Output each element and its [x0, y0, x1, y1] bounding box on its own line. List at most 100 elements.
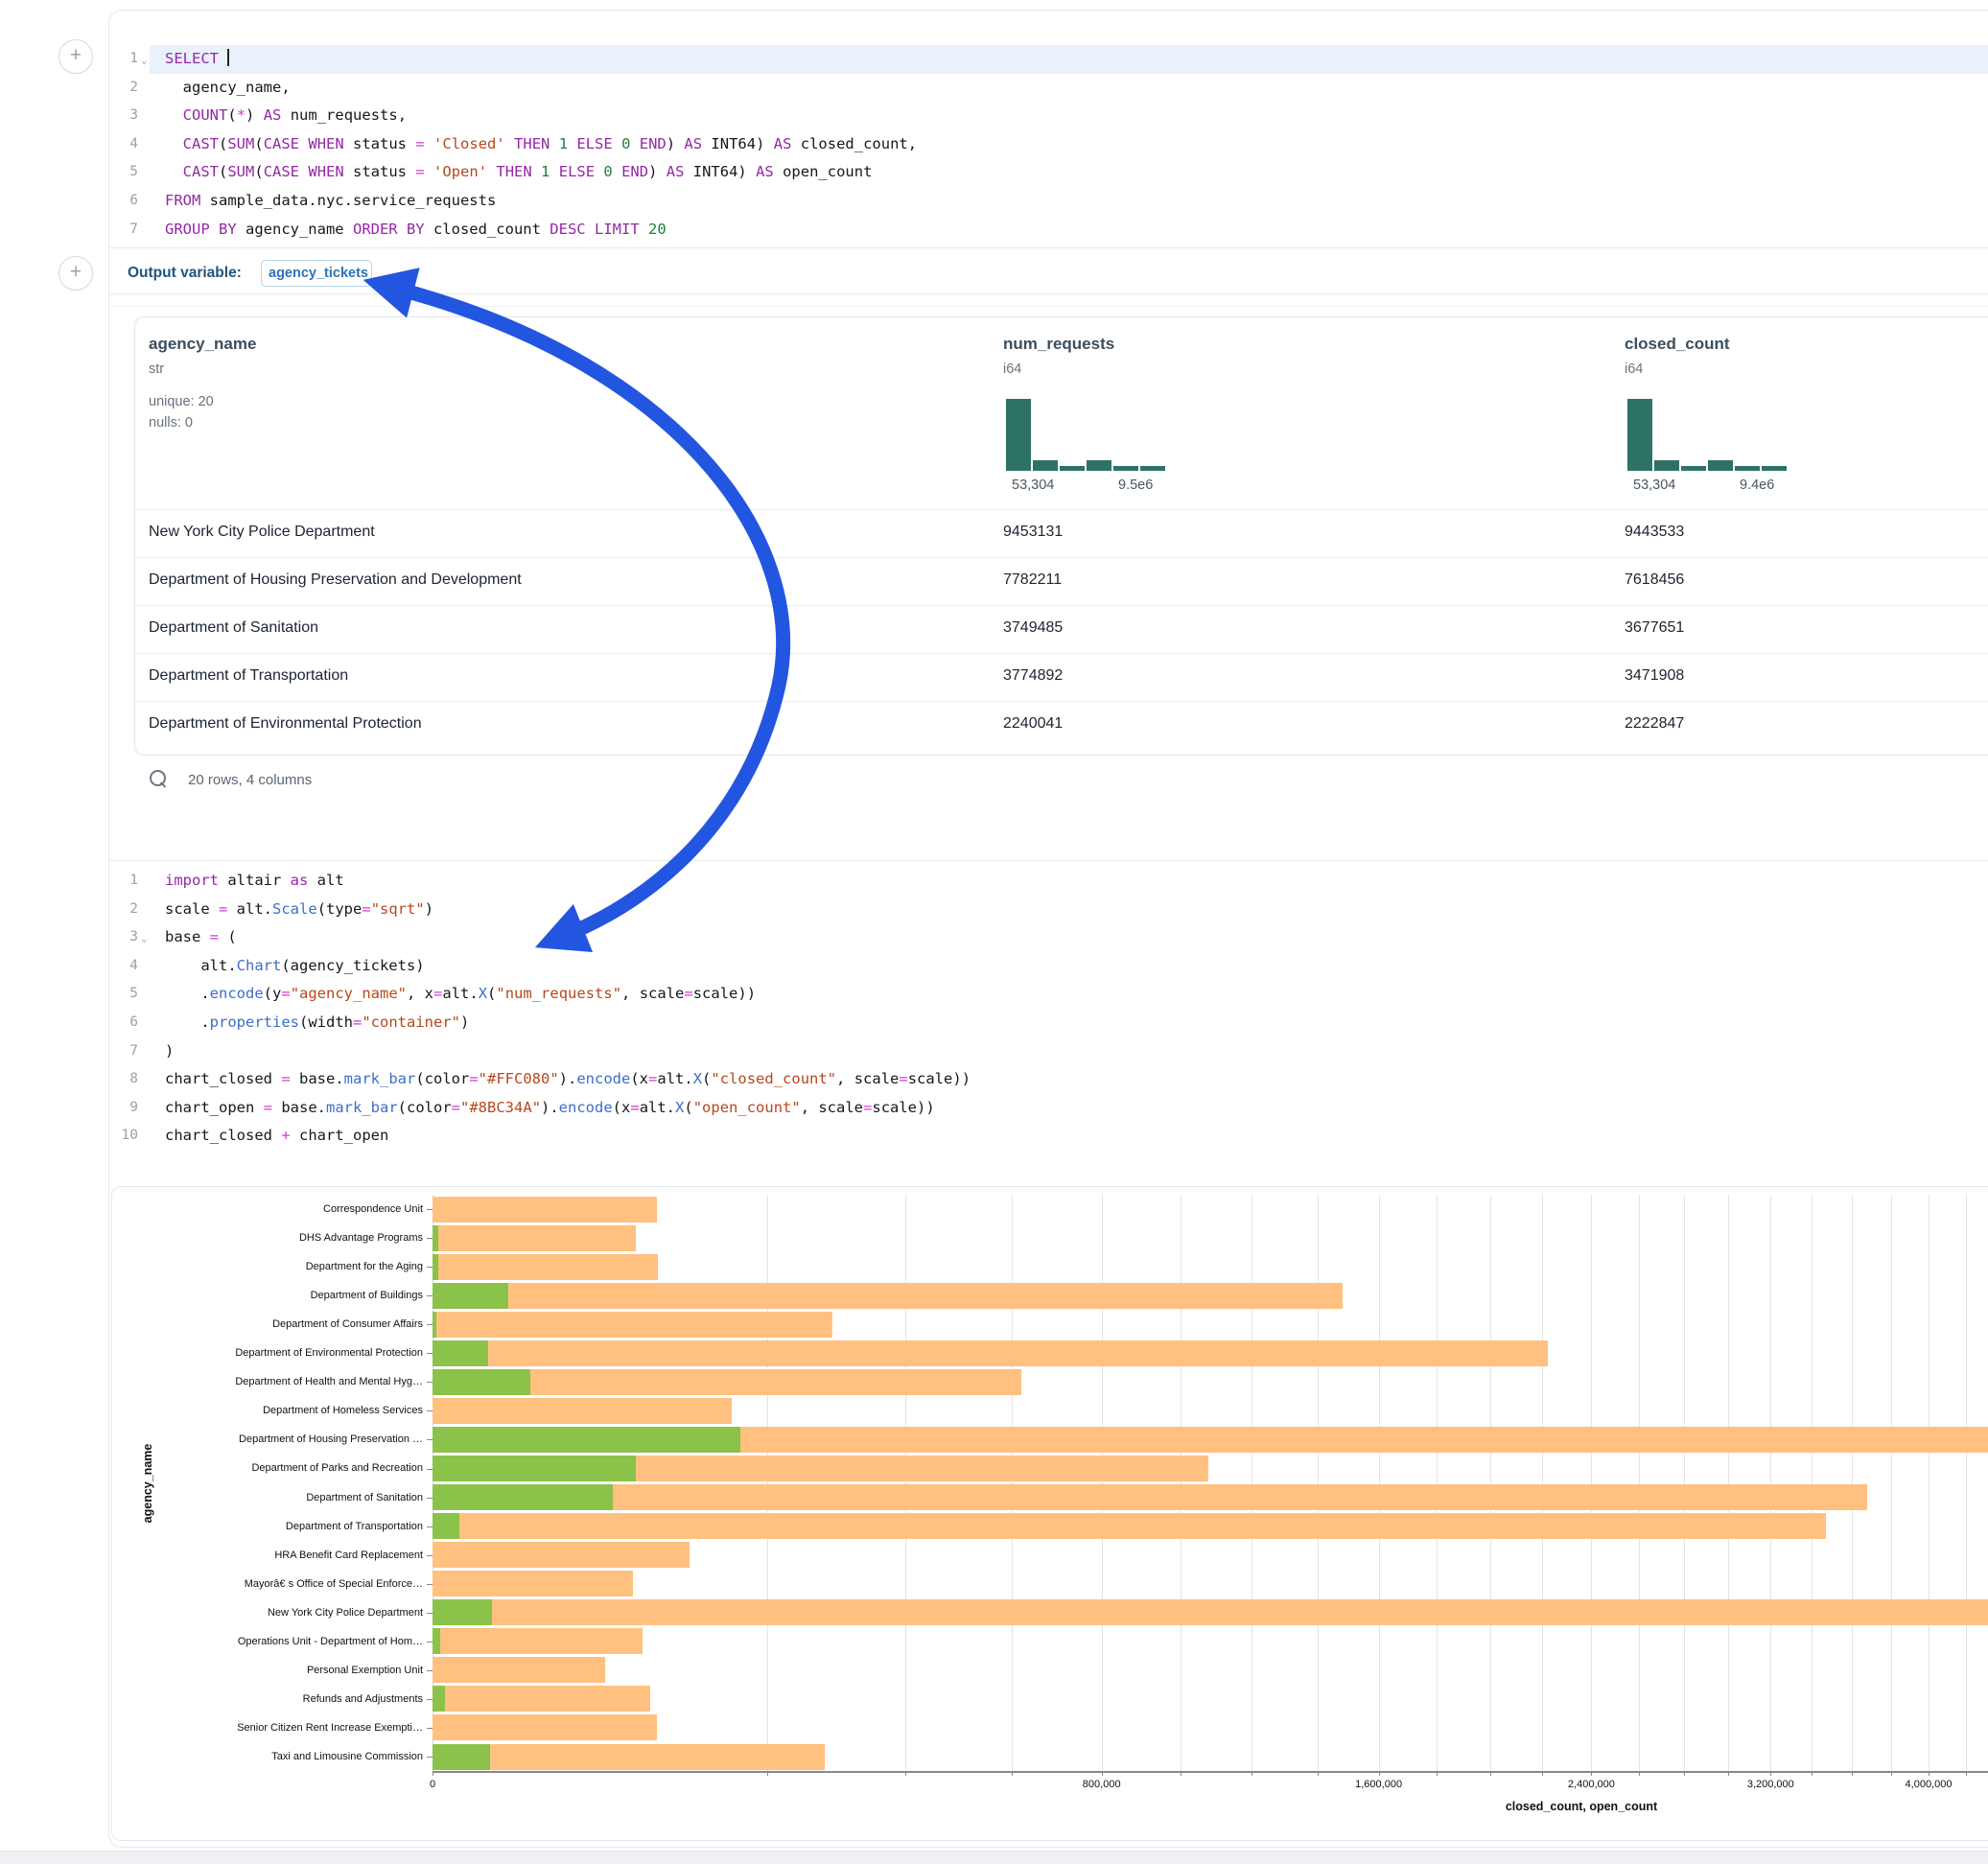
- sql-cell-line[interactable]: 3 COUNT(*) AS num_requests,: [109, 102, 1988, 130]
- code-text: base = (: [165, 923, 237, 952]
- histogram-max-label: 9.4e6: [1740, 478, 1774, 493]
- x-axis-tick: [1812, 1771, 1813, 1776]
- bar-open-count: [433, 1369, 530, 1395]
- table-row[interactable]: Department of Transportation 3774892 34719…: [135, 653, 1988, 702]
- x-axis-tick: [1437, 1771, 1438, 1776]
- histogram-min-label: 53,304: [1012, 478, 1054, 493]
- bar-open-count: [433, 1599, 492, 1625]
- bar-closed-count: [433, 1628, 643, 1654]
- line-number: 4: [109, 130, 138, 159]
- python-cell-line[interactable]: 10chart_closed + chart_open: [109, 1122, 1988, 1151]
- sql-cell-line[interactable]: 7 GROUP BY agency_name ORDER BY closed_co…: [109, 216, 1988, 245]
- y-axis-label: Department of Consumer Affairs: [112, 1310, 423, 1339]
- gridline: [1812, 1195, 1813, 1771]
- x-axis-tick-label: 4,000,000: [1906, 1779, 1953, 1790]
- python-cell-line[interactable]: 1import altair as alt: [109, 867, 1988, 896]
- x-axis-tick-label: 1,600,000: [1355, 1779, 1402, 1790]
- gridline: [1012, 1195, 1013, 1771]
- python-cell-line[interactable]: 7): [109, 1037, 1988, 1066]
- sql-cell-line[interactable]: 2 agency_name,: [109, 74, 1988, 103]
- code-text: SELECT: [165, 45, 229, 74]
- sql-code-editor[interactable]: 1⌄SELECT 2 agency_name,3 COUNT(*) AS num…: [109, 45, 1988, 244]
- code-text: .properties(width="container"): [165, 1009, 469, 1037]
- code-text: GROUP BY agency_name ORDER BY closed_cou…: [165, 216, 667, 245]
- y-axis-label: Department of Homeless Services: [112, 1396, 423, 1425]
- y-axis-label: Department of Sanitation: [112, 1483, 423, 1512]
- y-axis-label: Operations Unit - Department of Hom…: [112, 1627, 423, 1656]
- x-axis-tick: [905, 1771, 906, 1776]
- bar-closed-count: [433, 1714, 657, 1740]
- bar-open-count: [433, 1427, 740, 1453]
- y-axis-label: Department of Parks and Recreation: [112, 1454, 423, 1482]
- column-stat: unique: 20: [149, 394, 214, 409]
- histogram-max-label: 9.5e6: [1118, 478, 1153, 493]
- gridline: [1684, 1195, 1685, 1771]
- results-table: agency_namestrunique: 20nulls: 0num_requ…: [134, 316, 1988, 756]
- sql-cell-line[interactable]: 4 CAST(SUM(CASE WHEN status = 'Closed' T…: [109, 130, 1988, 159]
- bar-closed-count: [433, 1571, 633, 1596]
- gridline: [1929, 1195, 1930, 1771]
- gridline: [1437, 1195, 1438, 1771]
- x-axis-tick: [1318, 1771, 1319, 1776]
- table-row[interactable]: Department of Housing Preservation and D…: [135, 557, 1988, 606]
- code-text: CAST(SUM(CASE WHEN status = 'Closed' THE…: [165, 130, 917, 159]
- python-cell-line[interactable]: 6 .properties(width="container"): [109, 1009, 1988, 1037]
- python-cell-line[interactable]: 2scale = alt.Scale(type="sqrt"): [109, 896, 1988, 924]
- bar-closed-count: [433, 1686, 650, 1712]
- gridline: [1591, 1195, 1592, 1771]
- bar-closed-count: [433, 1744, 825, 1770]
- table-cell: 9443533: [1625, 524, 1684, 541]
- y-axis-label: Mayorâ€ s Office of Special Enforce…: [112, 1570, 423, 1598]
- python-cell-line[interactable]: 9chart_open = base.mark_bar(color="#8BC3…: [109, 1094, 1988, 1123]
- y-axis-label: Refunds and Adjustments: [112, 1685, 423, 1713]
- table-row[interactable]: New York City Police Department945313194…: [135, 509, 1988, 558]
- x-axis-tick: [1591, 1771, 1592, 1776]
- table-cell: 3471908: [1625, 667, 1684, 685]
- code-text: scale = alt.Scale(type="sqrt"): [165, 896, 433, 924]
- gridline: [1966, 1195, 1967, 1771]
- x-axis-tick: [1684, 1771, 1685, 1776]
- python-cell-line[interactable]: 4 alt.Chart(agency_tickets): [109, 952, 1988, 981]
- gridline: [905, 1195, 906, 1771]
- column-dtype: i64: [1625, 361, 1643, 377]
- x-axis-tick: [1966, 1771, 1967, 1776]
- cell-divider: [109, 247, 1988, 248]
- fold-caret-icon[interactable]: ⌄: [141, 924, 148, 953]
- code-text: .encode(y="agency_name", x=alt.X("num_re…: [165, 980, 756, 1009]
- sql-cell-line[interactable]: 5 CAST(SUM(CASE WHEN status = 'Open' THE…: [109, 158, 1988, 187]
- column-header[interactable]: agency_name: [149, 335, 256, 354]
- line-number: 7: [109, 216, 138, 245]
- python-cell-line[interactable]: 5 .encode(y="agency_name", x=alt.X("num_…: [109, 980, 1988, 1009]
- bar-closed-count: [433, 1340, 1548, 1366]
- add-cell-button[interactable]: +: [58, 39, 93, 74]
- output-variable-pill[interactable]: agency_tickets: [261, 260, 372, 287]
- cell-divider: [109, 293, 1988, 294]
- column-header[interactable]: closed_count: [1625, 335, 1730, 354]
- gridline: [1728, 1195, 1729, 1771]
- fold-caret-icon[interactable]: ⌄: [141, 46, 148, 75]
- search-icon[interactable]: [150, 770, 166, 786]
- add-cell-button[interactable]: +: [58, 256, 93, 291]
- line-number: 6: [109, 1009, 138, 1037]
- table-row[interactable]: Department of Sanitation37494853677651: [135, 605, 1988, 654]
- python-cell-line[interactable]: 3⌄ base = (: [109, 923, 1988, 952]
- table-cell: 3749485: [1003, 619, 1063, 637]
- table-cell: 3774892: [1003, 667, 1063, 685]
- line-number: 6: [109, 187, 138, 216]
- x-axis-tick: [1891, 1771, 1892, 1776]
- table-row[interactable]: Department of Environmental Protection22…: [135, 701, 1988, 750]
- sql-cell-line[interactable]: 6FROM sample_data.nyc.service_requests: [109, 187, 1988, 216]
- bar-closed-count: [433, 1312, 832, 1338]
- bar-closed-count: [433, 1225, 636, 1251]
- python-code-editor[interactable]: 1import altair as alt2scale = alt.Scale(…: [109, 867, 1988, 1151]
- table-cell: Department of Transportation: [149, 667, 348, 685]
- table-cell: 2240041: [1003, 715, 1063, 733]
- code-text: chart_closed = base.mark_bar(color="#FFC…: [165, 1065, 971, 1094]
- column-header[interactable]: num_requests: [1003, 335, 1114, 354]
- bar-closed-count: [433, 1513, 1826, 1539]
- text-cursor: [227, 49, 229, 66]
- sql-cell-line[interactable]: 1⌄SELECT: [109, 45, 1988, 74]
- line-number: 3: [109, 923, 138, 952]
- x-axis-tick-label: 0: [430, 1779, 435, 1790]
- python-cell-line[interactable]: 8chart_closed = base.mark_bar(color="#FF…: [109, 1065, 1988, 1094]
